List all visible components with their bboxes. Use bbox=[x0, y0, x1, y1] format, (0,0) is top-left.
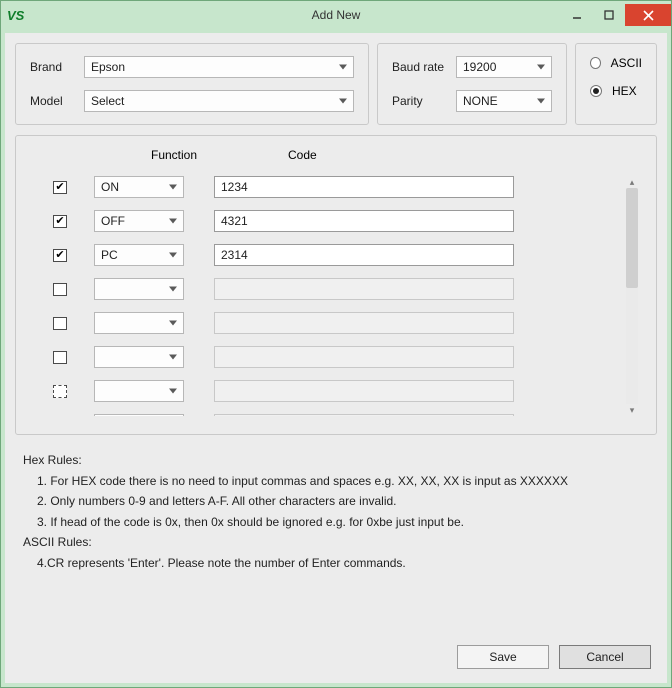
baud-select[interactable]: 19200 bbox=[456, 56, 552, 78]
function-select[interactable] bbox=[94, 346, 184, 368]
titlebar: VS Add New bbox=[1, 1, 671, 29]
table-row: ON 1234 bbox=[32, 176, 618, 198]
function-select[interactable] bbox=[94, 380, 184, 402]
scroll-down-icon: ▾ bbox=[624, 404, 640, 416]
parity-label: Parity bbox=[392, 94, 456, 108]
close-icon bbox=[643, 10, 654, 21]
function-select[interactable] bbox=[94, 312, 184, 334]
code-input[interactable]: 1234 bbox=[214, 176, 514, 198]
grid-scrollbar[interactable]: ▴ ▾ bbox=[624, 176, 640, 416]
maximize-icon bbox=[604, 10, 614, 20]
rules-text: Hex Rules: 1. For HEX code there is no n… bbox=[15, 445, 657, 579]
table-row bbox=[32, 346, 618, 368]
radio-icon bbox=[590, 85, 602, 97]
grid-headers: Function Code bbox=[32, 148, 640, 162]
code-input[interactable] bbox=[214, 380, 514, 402]
function-value: ON bbox=[101, 180, 119, 194]
table-row: PC 2314 bbox=[32, 244, 618, 266]
ascii-rules-title: ASCII Rules: bbox=[23, 533, 649, 552]
top-panels-row: Brand Epson Model Select Baud rate 192 bbox=[15, 43, 657, 125]
format-hex-option[interactable]: HEX bbox=[590, 84, 642, 98]
table-row bbox=[32, 312, 618, 334]
row-checkbox[interactable] bbox=[53, 181, 67, 194]
content-area: Brand Epson Model Select Baud rate 192 bbox=[5, 33, 667, 683]
codes-grid-panel: Function Code ON 1234 OFF 4321 PC 2314 ▴ ▾ bbox=[15, 135, 657, 435]
parity-select[interactable]: NONE bbox=[456, 90, 552, 112]
close-button[interactable] bbox=[625, 4, 671, 26]
table-row bbox=[32, 278, 618, 300]
function-select[interactable] bbox=[94, 414, 184, 416]
header-code: Code bbox=[288, 148, 317, 162]
grid-rows: ON 1234 OFF 4321 PC 2314 ▴ ▾ bbox=[32, 176, 640, 416]
format-ascii-option[interactable]: ASCII bbox=[590, 56, 642, 70]
ascii-rule-4: 4.CR represents 'Enter'. Please note the… bbox=[23, 554, 649, 573]
code-input[interactable] bbox=[214, 278, 514, 300]
table-row: OFF 4321 bbox=[32, 210, 618, 232]
function-select[interactable] bbox=[94, 278, 184, 300]
model-value: Select bbox=[91, 94, 124, 108]
hex-rule-1: 1. For HEX code there is no need to inpu… bbox=[23, 472, 649, 491]
maximize-button[interactable] bbox=[593, 4, 625, 26]
app-logo: VS bbox=[7, 8, 24, 23]
code-input[interactable]: 2314 bbox=[214, 244, 514, 266]
row-checkbox[interactable] bbox=[53, 385, 67, 398]
save-button[interactable]: Save bbox=[457, 645, 549, 669]
baud-label: Baud rate bbox=[392, 60, 456, 74]
minimize-icon bbox=[572, 10, 582, 20]
brand-select[interactable]: Epson bbox=[84, 56, 354, 78]
header-function: Function bbox=[104, 148, 244, 162]
baud-value: 19200 bbox=[463, 60, 496, 74]
scroll-up-icon: ▴ bbox=[624, 176, 640, 188]
parity-value: NONE bbox=[463, 94, 498, 108]
row-checkbox[interactable] bbox=[53, 283, 67, 296]
format-ascii-label: ASCII bbox=[611, 56, 642, 70]
function-select[interactable]: PC bbox=[94, 244, 184, 266]
hex-rules-title: Hex Rules: bbox=[23, 451, 649, 470]
code-input[interactable] bbox=[214, 312, 514, 334]
cancel-button[interactable]: Cancel bbox=[559, 645, 651, 669]
model-select[interactable]: Select bbox=[84, 90, 354, 112]
function-value: OFF bbox=[101, 214, 125, 228]
row-checkbox[interactable] bbox=[53, 317, 67, 330]
device-panel: Brand Epson Model Select bbox=[15, 43, 369, 125]
minimize-button[interactable] bbox=[561, 4, 593, 26]
hex-rule-2: 2. Only numbers 0-9 and letters A-F. All… bbox=[23, 492, 649, 511]
function-value: PC bbox=[101, 248, 118, 262]
code-input[interactable]: 4321 bbox=[214, 210, 514, 232]
table-row bbox=[32, 414, 618, 416]
function-select[interactable]: ON bbox=[94, 176, 184, 198]
format-hex-label: HEX bbox=[612, 84, 637, 98]
hex-rule-3: 3. If head of the code is 0x, then 0x sh… bbox=[23, 513, 649, 532]
format-panel: ASCII HEX bbox=[575, 43, 657, 125]
serial-panel: Baud rate 19200 Parity NONE bbox=[377, 43, 567, 125]
row-checkbox[interactable] bbox=[53, 249, 67, 262]
scroll-thumb[interactable] bbox=[626, 188, 638, 288]
model-label: Model bbox=[30, 94, 84, 108]
function-select[interactable]: OFF bbox=[94, 210, 184, 232]
code-input[interactable] bbox=[214, 346, 514, 368]
footer-buttons: Save Cancel bbox=[15, 637, 657, 671]
code-input[interactable] bbox=[214, 414, 514, 416]
brand-value: Epson bbox=[91, 60, 125, 74]
row-checkbox[interactable] bbox=[53, 215, 67, 228]
window-controls bbox=[561, 4, 671, 26]
brand-label: Brand bbox=[30, 60, 84, 74]
radio-icon bbox=[590, 57, 601, 69]
row-checkbox[interactable] bbox=[53, 351, 67, 364]
table-row bbox=[32, 380, 618, 402]
window-root: VS Add New Brand Epson bbox=[0, 0, 672, 688]
